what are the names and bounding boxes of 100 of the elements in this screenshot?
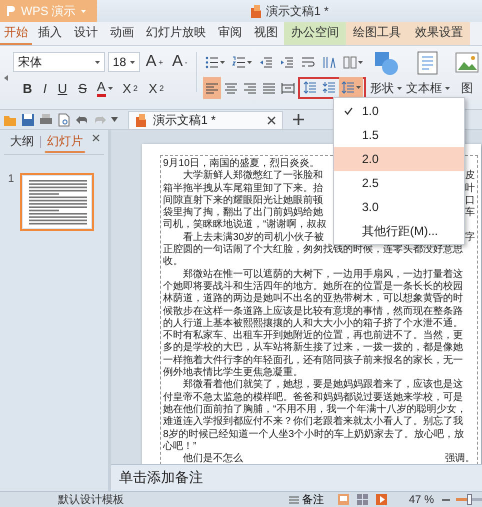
menu-tab[interactable]: 设计 <box>68 22 104 45</box>
slideshow-icon[interactable] <box>376 494 387 505</box>
print-icon[interactable] <box>39 112 53 126</box>
font-field[interactable]: 宋体 <box>12 52 105 72</box>
line-spacing-icon[interactable] <box>303 81 317 94</box>
decrease-indent-icon[interactable] <box>259 56 273 68</box>
slide-text: 个她即将要战斗和生活四年的地方。她所在的位置是一条长长的校园 <box>163 280 463 292</box>
window-title: 演示文稿1 * <box>266 3 329 20</box>
menu-tab[interactable]: 审阅 <box>212 22 248 45</box>
increase-indent-icon[interactable] <box>280 56 294 68</box>
slide-sorter-icon[interactable] <box>356 494 368 505</box>
bold-button[interactable]: B <box>18 77 36 99</box>
save-icon[interactable] <box>21 112 35 126</box>
slide-text: 心吧！” <box>163 440 196 453</box>
menu-tab[interactable]: 幻灯片放映 <box>140 22 212 45</box>
slide-text: 候散步在这样一条道路上应该是比较有意境的事情，然而现在整条路 <box>163 306 463 318</box>
menu-item[interactable]: 2.5 <box>362 176 379 190</box>
slide-text: 的人行道上基本被熙熙攘攘的人和大大小小的箱子挤了个水泄不通。 <box>163 318 463 330</box>
caret-icon[interactable] <box>108 86 113 90</box>
line-spacing-icon <box>341 81 355 94</box>
customize-caret-icon[interactable] <box>111 117 118 122</box>
slide-text: 8岁的时候已经知道一个人坐3个小时的车上奶奶家去了。放心吧，放 <box>163 428 464 440</box>
align-left-icon[interactable] <box>205 82 219 94</box>
caret-icon[interactable] <box>397 87 402 90</box>
zoom-level: 47 % <box>408 494 434 506</box>
caret-icon[interactable] <box>94 60 100 64</box>
menu-tab[interactable]: 视图 <box>248 22 284 45</box>
slide-text: 林荫道，道路的两边是她叫不出名的亚热带树木，可以想象黄昏的时 <box>163 293 463 306</box>
align-right-icon[interactable] <box>243 82 257 94</box>
caret-icon[interactable] <box>247 60 252 64</box>
strikethrough-button[interactable]: S <box>74 77 91 99</box>
textbox-button[interactable]: 文本框 <box>406 80 442 97</box>
picture-button[interactable]: 图 <box>461 80 473 97</box>
columns-icon[interactable] <box>343 56 357 68</box>
menu-item[interactable]: 1.5 <box>362 128 379 142</box>
panel-tab[interactable]: 大纲 <box>8 131 36 153</box>
document-tab[interactable]: 演示文稿1 * <box>128 111 283 129</box>
shapes-icon[interactable] <box>373 50 399 76</box>
notes-toggle-button[interactable]: 备注 <box>288 492 324 507</box>
menu-item[interactable]: 2.0 <box>362 152 379 166</box>
close-icon[interactable] <box>267 116 276 125</box>
text-wrap-icon[interactable] <box>301 56 315 68</box>
distribute-icon[interactable] <box>281 82 295 94</box>
menu-item[interactable]: 1.0 <box>362 104 379 118</box>
slide-thumbnail[interactable] <box>20 173 94 231</box>
slide-text: 皮 <box>465 170 475 182</box>
slide-text: 大学新鲜人郑微憋红了一张脸和 <box>182 170 323 182</box>
template-name: 默认设计模板 <box>58 493 124 507</box>
superscript-button[interactable]: X$^{2}$ <box>118 77 142 99</box>
numbered-list-icon[interactable] <box>232 56 246 68</box>
slide-text: 郑微看着他们就笑了，她想，要是她妈妈跟着来了，应该也是这 <box>182 379 463 392</box>
print-preview-icon[interactable] <box>57 112 71 126</box>
menu-tab[interactable]: 插入 <box>32 22 68 45</box>
slide-text: 多的是学校的大巴，从车站将新生接了过来，一拨一拨的，都是像她 <box>163 342 463 354</box>
menu-item[interactable]: 3.0 <box>362 200 379 214</box>
menu-tab[interactable]: 绘图工具 <box>346 22 408 45</box>
slide-text: 间隙直射下来的耀眼阳光让她眼前顿 <box>163 194 323 206</box>
notes-field[interactable]: 单击添加备注 <box>111 464 482 491</box>
line-spacing-dropdown-button[interactable] <box>339 76 363 98</box>
slide-text: 付皇帝不急太监急的模样吧。爸爸和妈妈都说过要送她来学校，可是 <box>163 392 463 404</box>
caret-icon[interactable] <box>358 60 363 64</box>
slide-text: 看上去未满30岁的司机小伙子被 <box>182 232 324 244</box>
slide-text: 强调。 <box>445 453 475 464</box>
underline-button[interactable]: U <box>54 77 72 99</box>
font-color-button[interactable]: A <box>94 77 116 99</box>
new-tab-icon[interactable] <box>293 114 304 125</box>
menu-tab[interactable]: 动画 <box>104 22 140 45</box>
align-center-icon[interactable] <box>224 82 238 94</box>
panel-tab[interactable]: 幻灯片 <box>45 131 85 153</box>
text-direction-icon[interactable] <box>322 56 336 68</box>
slide-text: 车 <box>465 207 475 220</box>
slide-text: 司机，笑眯眯地说道，“谢谢啊，叔叔 <box>163 219 326 232</box>
slide-text: 9月10日，南国的盛夏，烈日炎炎。 <box>163 158 320 170</box>
slide-text: 口 <box>465 194 475 206</box>
line-spacing-icon[interactable] <box>322 81 336 94</box>
slide-text: 箱半拖半拽从车尾箱里卸了下来。抬 <box>163 182 323 194</box>
caret-icon[interactable] <box>356 86 361 89</box>
slide-text: 她在他们面前拍了胸脯，“不用不用，我一个年满十八岁的聪明少女， <box>163 404 466 416</box>
caret-icon[interactable] <box>220 60 225 64</box>
slide-text: 一样拖着大件行李的年轻面孔，还有陪同孩子前来报名的家长，无一 <box>163 354 463 366</box>
italic-button[interactable]: I <box>39 77 51 99</box>
justify-icon[interactable] <box>262 82 276 94</box>
slide-number: 1 <box>8 173 16 185</box>
app-logo-icon <box>6 5 16 17</box>
menu-item[interactable]: 其他行距(M)... <box>362 222 438 240</box>
menu-tab[interactable]: 效果设置 <box>408 22 470 45</box>
scroll-left-icon[interactable] <box>4 74 8 80</box>
document-icon <box>135 114 147 127</box>
slide-text: 他们是不怎么 <box>182 453 243 464</box>
slide-text: 郑微站在惟一可以遮荫的大树下，一边用手扇风，一边打量着这 <box>182 268 463 280</box>
shape-button[interactable]: 形状 <box>370 80 394 97</box>
menu-tab[interactable]: 办公空间 <box>284 22 346 45</box>
slide-text: 不时有私家车、出租车开到她附近的位置，再也前进不了。当然，更 <box>163 330 463 342</box>
slider-thumb[interactable] <box>467 494 472 505</box>
caret-icon[interactable] <box>445 87 450 90</box>
caret-icon[interactable] <box>130 60 135 64</box>
font-size-field[interactable]: 18 <box>108 52 140 72</box>
close-icon[interactable] <box>92 134 100 142</box>
slide-text: 字 <box>465 232 475 244</box>
bullet-list-icon[interactable] <box>205 56 219 68</box>
